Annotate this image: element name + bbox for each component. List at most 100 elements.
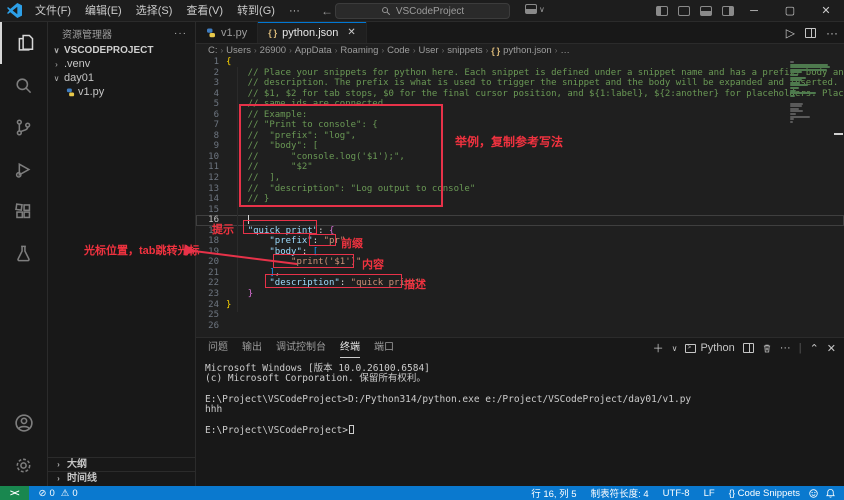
code-line[interactable]: 26 bbox=[196, 321, 844, 332]
code-token: "description" bbox=[269, 278, 339, 288]
code-line[interactable]: 24} bbox=[196, 300, 844, 311]
remote-indicator[interactable]: >< bbox=[0, 486, 29, 500]
tab-v1py[interactable]: v1.py bbox=[196, 22, 258, 43]
split-terminal-icon[interactable] bbox=[743, 343, 754, 353]
menu-item[interactable]: ··· bbox=[282, 5, 307, 17]
breadcrumb-item[interactable]: AppData bbox=[295, 45, 332, 56]
status-item[interactable]: {} Code Snippets bbox=[729, 488, 800, 499]
code-line[interactable]: 11 // "$2" bbox=[196, 162, 844, 173]
breadcrumb-item[interactable]: python.json bbox=[503, 45, 552, 56]
code-line[interactable]: 23 } bbox=[196, 289, 844, 300]
breadcrumb-item[interactable]: snippets bbox=[447, 45, 482, 56]
code-line[interactable]: 19 "body": [ bbox=[196, 247, 844, 258]
toggle-sidebar-icon[interactable] bbox=[656, 6, 668, 16]
new-terminal-icon[interactable]: ＋ bbox=[653, 340, 664, 356]
close-panel-icon[interactable]: ✕ bbox=[827, 342, 836, 355]
code-line[interactable]: 4 // $1, $2 for tab stops, $0 for the fi… bbox=[196, 89, 844, 100]
breadcrumb-item[interactable]: … bbox=[560, 45, 570, 56]
status-item[interactable]: 制表符长度: 4 bbox=[591, 486, 649, 500]
code-line[interactable]: 5 // same ids are connected. bbox=[196, 99, 844, 110]
editor-more-icon[interactable]: ··· bbox=[826, 26, 838, 40]
code-line[interactable]: 8 // "prefix": "log", bbox=[196, 131, 844, 142]
feedback-icon[interactable] bbox=[808, 488, 819, 499]
code-line[interactable]: 2 // Place your snippets for python here… bbox=[196, 68, 844, 79]
breadcrumb-item[interactable]: C: bbox=[208, 45, 218, 56]
extensions-icon[interactable] bbox=[0, 190, 48, 232]
code-line[interactable]: 18 "prefix": "pr", bbox=[196, 236, 844, 247]
panel-tab-调试控制台[interactable]: 调试控制台 bbox=[276, 338, 326, 358]
explorer-more-icon[interactable]: ··· bbox=[174, 28, 187, 39]
close-tab-icon[interactable]: ✕ bbox=[347, 27, 355, 38]
panel-tab-输出[interactable]: 输出 bbox=[242, 338, 262, 358]
code-line[interactable]: 6 // Example: bbox=[196, 110, 844, 121]
tree-item-v1py[interactable]: v1.py bbox=[48, 86, 195, 99]
code-line[interactable]: 7 // "Print to console": { bbox=[196, 120, 844, 131]
code-line[interactable]: 9 // "body": [ bbox=[196, 141, 844, 152]
code-line[interactable]: 21 ], bbox=[196, 268, 844, 279]
status-item[interactable]: LF bbox=[704, 488, 715, 499]
explorer-icon[interactable] bbox=[0, 22, 48, 64]
breadcrumb[interactable]: C:›Users›26900›AppData›Roaming›Code›User… bbox=[196, 44, 844, 57]
maximize-button[interactable]: ▢ bbox=[772, 0, 808, 22]
terminal-profile[interactable]: > Python bbox=[685, 342, 734, 354]
breadcrumb-item[interactable]: User bbox=[419, 45, 439, 56]
open-remote-menu-icon[interactable]: ∨ bbox=[525, 4, 545, 14]
outline-section[interactable]: › 大纲 bbox=[48, 457, 195, 471]
tab-pythonjson[interactable]: { } python.json ✕ bbox=[258, 22, 366, 43]
status-item[interactable]: UTF-8 bbox=[663, 488, 690, 499]
terminal-dropdown-icon[interactable]: ∨ bbox=[672, 344, 678, 353]
menu-item[interactable]: 查看(V) bbox=[179, 5, 230, 17]
split-editor-icon[interactable] bbox=[805, 28, 816, 38]
menu-item[interactable]: 编辑(E) bbox=[78, 5, 129, 17]
code-line[interactable]: 15 bbox=[196, 205, 844, 216]
settings-gear-icon[interactable] bbox=[0, 444, 48, 486]
notifications-bell-icon[interactable] bbox=[825, 488, 836, 499]
code-line[interactable]: 25 bbox=[196, 310, 844, 321]
command-center-search[interactable]: VSCodeProject bbox=[335, 3, 510, 19]
code-line[interactable]: 12 // ], bbox=[196, 173, 844, 184]
breadcrumb-item[interactable]: Roaming bbox=[340, 45, 378, 56]
run-button[interactable]: ▷ bbox=[786, 26, 795, 40]
maximize-panel-icon[interactable]: ⌃ bbox=[810, 342, 819, 355]
search-icon[interactable] bbox=[0, 64, 48, 106]
source-control-icon[interactable] bbox=[0, 106, 48, 148]
toggle-secondary-sidebar-icon[interactable] bbox=[722, 6, 734, 16]
close-button[interactable]: ✕ bbox=[808, 0, 844, 22]
toggle-bottom-panel-icon[interactable] bbox=[700, 6, 712, 16]
tree-item-day01[interactable]: ∨ day01 bbox=[48, 72, 195, 85]
toggle-panel-icon[interactable] bbox=[678, 6, 690, 16]
code-line[interactable]: 14 // } bbox=[196, 194, 844, 205]
code-line[interactable]: 22 "description": "quick print" bbox=[196, 278, 844, 289]
minimap[interactable] bbox=[790, 58, 832, 336]
minimize-button[interactable]: ─ bbox=[736, 0, 772, 22]
menu-item[interactable]: 转到(G) bbox=[230, 5, 282, 17]
breadcrumb-item[interactable]: Users bbox=[226, 45, 251, 56]
code-line[interactable]: 1{ bbox=[196, 57, 844, 68]
run-debug-icon[interactable] bbox=[0, 148, 48, 190]
accounts-icon[interactable] bbox=[0, 402, 48, 444]
panel-tab-终端[interactable]: 终端 bbox=[340, 338, 360, 358]
timeline-section[interactable]: › 时间线 bbox=[48, 471, 195, 485]
code-line[interactable]: 13 // "description": "Log output to cons… bbox=[196, 184, 844, 195]
testing-icon[interactable] bbox=[0, 232, 48, 274]
tree-item-venv[interactable]: › .venv bbox=[48, 58, 195, 71]
code-line[interactable]: 10 // "console.log('$1');", bbox=[196, 152, 844, 163]
code-line[interactable]: 17 "quick print": { bbox=[196, 226, 844, 237]
status-item[interactable]: 行 16, 列 5 bbox=[531, 486, 576, 500]
breadcrumb-item[interactable]: Code bbox=[387, 45, 410, 56]
terminal-output[interactable]: Microsoft Windows [版本 10.0.26100.6584](c… bbox=[196, 358, 844, 435]
breadcrumb-item[interactable]: 26900 bbox=[260, 45, 286, 56]
code-line[interactable]: 20 "print('$1')" bbox=[196, 257, 844, 268]
nav-back-icon[interactable]: ← bbox=[321, 4, 333, 18]
tree-root-vscodeproject[interactable]: ∨ VSCODEPROJECT bbox=[48, 44, 195, 57]
panel-tab-端口[interactable]: 端口 bbox=[374, 338, 394, 358]
code-editor[interactable]: 1{2 // Place your snippets for python he… bbox=[196, 57, 844, 337]
panel-more-icon[interactable]: ··· bbox=[780, 342, 791, 354]
menu-item[interactable]: 选择(S) bbox=[129, 5, 180, 17]
panel-tab-问题[interactable]: 问题 bbox=[208, 338, 228, 358]
trash-icon[interactable] bbox=[762, 343, 772, 354]
code-line[interactable]: 16 bbox=[196, 215, 844, 226]
code-line[interactable]: 3 // description. The prefix is what is … bbox=[196, 78, 844, 89]
problems-status[interactable]: ⊘0 ⚠0 bbox=[39, 488, 78, 499]
menu-item[interactable]: 文件(F) bbox=[28, 5, 78, 17]
